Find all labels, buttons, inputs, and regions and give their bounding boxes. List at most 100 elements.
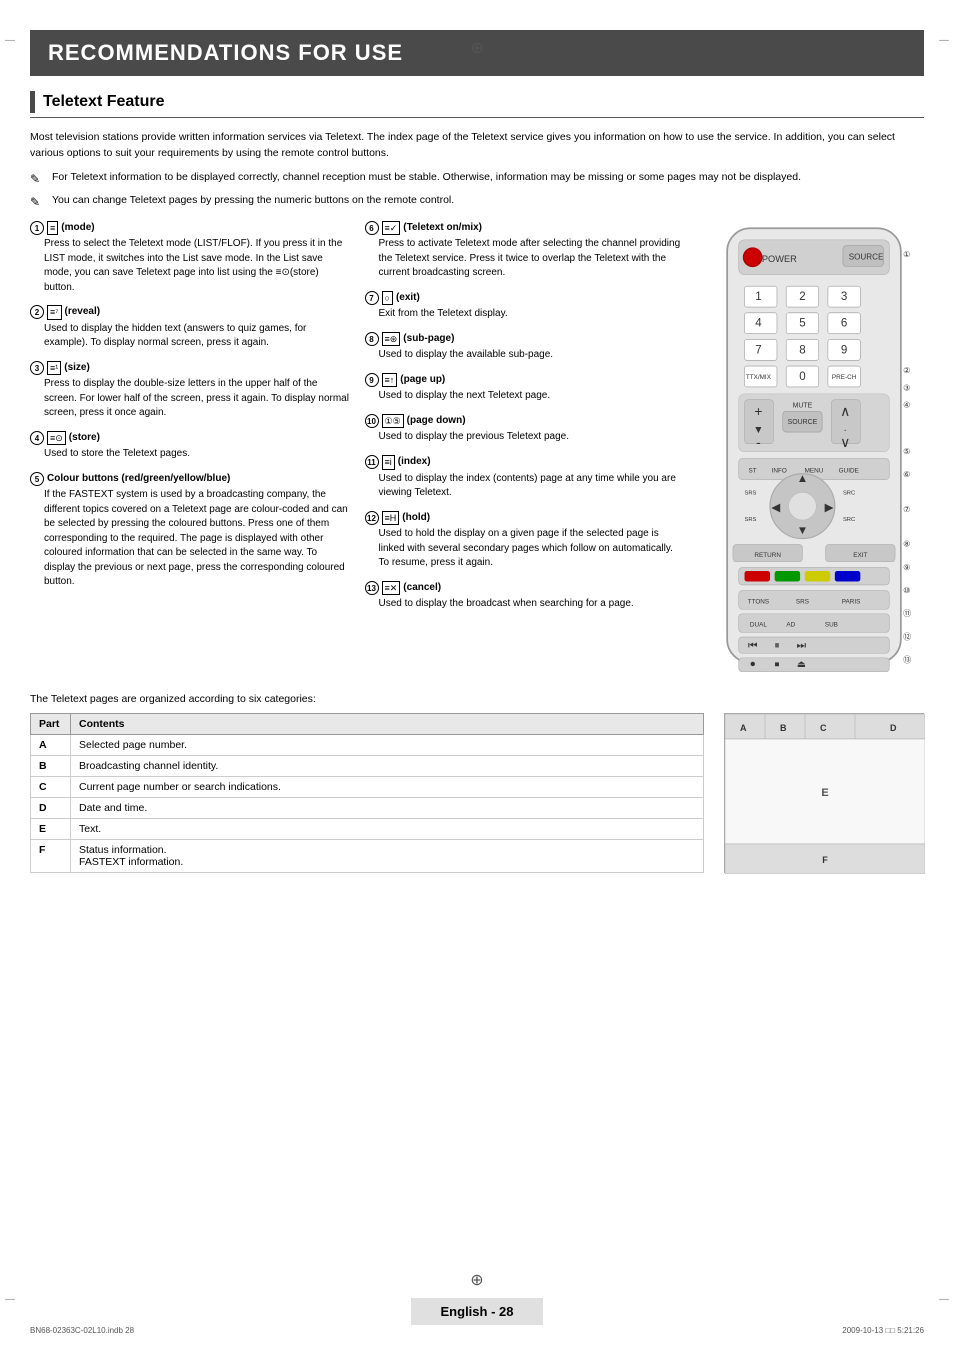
svg-text:⏮: ⏮ (748, 640, 757, 651)
feature-3: 3 ≡¹ (size) Press to display the double-… (30, 361, 350, 421)
feature-10: 10 ①⑤ (page down) Used to display the pr… (365, 414, 685, 445)
section-accent (30, 91, 35, 113)
feature-icon-10: ①⑤ (382, 414, 404, 429)
svg-text:5: 5 (799, 317, 805, 329)
remote-control-svg: POWER TV SOURCE 1 2 3 (704, 221, 924, 676)
feature-icon-9: ≡↑ (382, 373, 398, 388)
feature-num-5: 5 (30, 472, 44, 486)
svg-text:EXIT: EXIT (853, 552, 867, 559)
svg-text:▶: ▶ (825, 501, 835, 513)
note-icon-1: ✎ (30, 170, 46, 188)
svg-text:AD: AD (786, 621, 795, 628)
feature-title-9: (page up) (400, 373, 445, 388)
svg-text:⏺: ⏺ (750, 659, 755, 669)
svg-text:⏏: ⏏ (797, 659, 806, 669)
footer-left-text: BN68-02363C-02L10.indb 28 (30, 1326, 134, 1335)
section-title-bar: Teletext Feature (30, 91, 924, 118)
feature-title-2: (reveal) (65, 305, 101, 320)
feature-4: 4 ≡⊙ (store) Used to store the Teletext … (30, 431, 350, 462)
svg-text:E: E (821, 787, 828, 799)
note-2: ✎ You can change Teletext pages by press… (30, 193, 924, 211)
feature-13: 13 ≡✕ (cancel) Used to display the broad… (365, 581, 685, 612)
feature-icon-1: ≡ (47, 221, 58, 236)
feature-num-1: 1 (30, 221, 44, 235)
feature-title-4: (store) (69, 431, 100, 446)
feature-icon-7: ○ (382, 291, 393, 306)
svg-text:SRS: SRS (796, 598, 809, 605)
table-cell-part-a: A (31, 735, 71, 756)
feature-title-1: (mode) (61, 221, 94, 236)
svg-text:◀: ◀ (771, 501, 781, 513)
page-footer: English - 28 (0, 1298, 954, 1325)
svg-text:INFO: INFO (772, 467, 787, 474)
corner-mark-br: — (939, 1294, 949, 1305)
svg-text:RETURN: RETURN (754, 552, 781, 559)
svg-text:POWER: POWER (762, 253, 797, 263)
svg-text:TTX/MIX: TTX/MIX (746, 373, 772, 380)
feature-body-2: Used to display the hidden text (answers… (44, 322, 350, 351)
svg-text:⑬: ⑬ (903, 655, 911, 664)
svg-text:-: - (756, 434, 761, 450)
svg-text:②: ② (903, 366, 910, 375)
table-section: The Teletext pages are organized accordi… (30, 693, 924, 873)
svg-text:SOURCE: SOURCE (788, 418, 818, 425)
svg-text:⑪: ⑪ (903, 609, 911, 618)
svg-text:SRS: SRS (745, 517, 757, 523)
category-table: Part Contents A Selected page number. B … (30, 713, 704, 873)
svg-text:⑤: ⑤ (903, 447, 910, 456)
svg-text:⑥: ⑥ (903, 470, 910, 479)
corner-mark-tl: — (5, 35, 15, 46)
feature-num-3: 3 (30, 361, 44, 375)
svg-text:DUAL: DUAL (750, 621, 767, 628)
feature-body-4: Used to store the Teletext pages. (44, 447, 350, 462)
screen-diagram-svg: A B C D E F (725, 714, 925, 874)
feature-body-7: Exit from the Teletext display. (379, 307, 685, 322)
table-row: C Current page number or search indicati… (31, 777, 704, 798)
features-right-col: 6 ≡✓ (Teletext on/mix) Press to activate… (365, 221, 685, 622)
table-header-contents: Contents (71, 714, 704, 735)
feature-body-8: Used to display the available sub-page. (379, 348, 685, 363)
table-header-part: Part (31, 714, 71, 735)
svg-text:PRE-CH: PRE-CH (832, 373, 857, 380)
svg-text:⑦: ⑦ (903, 504, 910, 513)
svg-text:⑩: ⑩ (903, 586, 910, 595)
top-cross-mark: ⊕ (470, 38, 483, 58)
feature-body-11: Used to display the index (contents) pag… (379, 472, 685, 501)
feature-num-8: 8 (365, 332, 379, 346)
features-grid: 1 ≡ (mode) Press to select the Teletext … (30, 221, 684, 622)
bottom-area: Part Contents A Selected page number. B … (30, 713, 924, 873)
feature-icon-3: ≡¹ (47, 361, 61, 376)
svg-text:④: ④ (903, 400, 910, 409)
feature-num-6: 6 (365, 221, 379, 235)
feature-7: 7 ○ (exit) Exit from the Teletext displa… (365, 291, 685, 322)
svg-text:SRS: SRS (745, 490, 757, 496)
svg-text:1: 1 (755, 291, 761, 303)
note-icon-2: ✎ (30, 193, 46, 211)
table-cell-part-e: E (31, 819, 71, 840)
note-text-2: You can change Teletext pages by pressin… (52, 193, 454, 209)
table-cell-content-b: Broadcasting channel identity. (71, 756, 704, 777)
svg-text:SOURCE: SOURCE (849, 252, 884, 261)
feature-icon-4: ≡⊙ (47, 431, 66, 446)
feature-6: 6 ≡✓ (Teletext on/mix) Press to activate… (365, 221, 685, 281)
note-1: ✎ For Teletext information to be display… (30, 170, 924, 188)
features-left-col: 1 ≡ (mode) Press to select the Teletext … (30, 221, 350, 622)
svg-text:8: 8 (799, 344, 805, 356)
remote-control-area: POWER TV SOURCE 1 2 3 (704, 221, 924, 676)
svg-text:∧: ∧ (840, 402, 850, 418)
feature-8: 8 ≡⊛ (sub-page) Used to display the avai… (365, 332, 685, 363)
svg-text:7: 7 (755, 344, 761, 356)
svg-text:⑫: ⑫ (903, 632, 911, 641)
svg-text:SUB: SUB (825, 621, 838, 628)
feature-num-11: 11 (365, 455, 379, 469)
footer-right-text: 2009-10-13 □□ 5:21:26 (842, 1326, 924, 1335)
svg-text:6: 6 (841, 317, 847, 329)
table-row: A Selected page number. (31, 735, 704, 756)
table-cell-content-e: Text. (71, 819, 704, 840)
feature-icon-2: ≡⁷ (47, 305, 62, 320)
feature-title-13: (cancel) (403, 581, 441, 596)
page-number: English - 28 (441, 1304, 514, 1319)
svg-text:⏹: ⏹ (775, 659, 780, 669)
svg-text:3: 3 (841, 291, 847, 303)
feature-title-6: (Teletext on/mix) (403, 221, 482, 236)
